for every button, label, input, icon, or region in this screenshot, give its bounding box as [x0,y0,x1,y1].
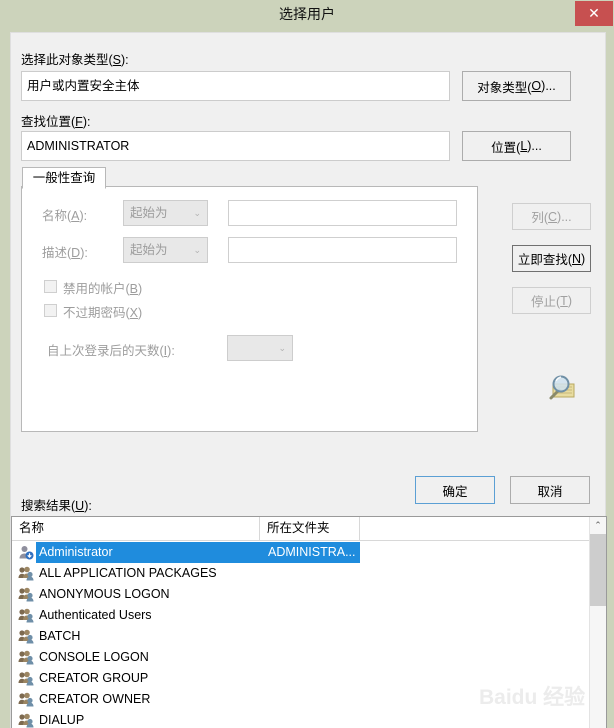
row-name: ALL APPLICATION PACKAGES [39,566,217,580]
table-row[interactable]: DIALUP [12,710,606,728]
scrollbar-thumb[interactable] [590,534,606,606]
object-type-field[interactable]: 用户或内置安全主体 [21,71,450,101]
chevron-down-icon: ⌄ [193,208,201,218]
column-header-name[interactable]: 名称 [12,517,260,540]
nonexpiring-password-label: 不过期密码(X) [63,306,143,320]
group-icon [18,650,34,665]
chevron-down-icon: ⌄ [193,245,201,255]
magnifier-folder-icon [549,375,575,400]
object-types-button[interactable]: 对象类型(O)... [462,71,571,101]
user-icon [19,546,34,560]
group-icon [18,608,34,623]
row-folder: ADMINISTRA... [268,545,356,559]
group-icon [18,692,34,707]
location-field[interactable]: ADMINISTRATOR [21,131,450,161]
group-icon [18,713,34,728]
row-name: BATCH [39,629,81,643]
description-input[interactable] [228,237,457,263]
scroll-up-icon[interactable]: ⌃ [590,517,606,534]
list-header: 名称 所在文件夹 [12,517,606,541]
row-name: CREATOR OWNER [39,692,151,706]
table-row[interactable]: Authenticated Users [12,605,606,626]
name-operator-select[interactable]: 起始为 ⌄ [123,200,208,226]
find-now-button[interactable]: 立即查找(N) [512,245,591,272]
cancel-button[interactable]: 取消 [510,476,590,504]
close-icon[interactable]: ✕ [575,1,613,26]
tab-general-query[interactable]: 一般性查询 [22,167,106,189]
disabled-accounts-checkbox[interactable] [44,280,57,293]
column-header-folder[interactable]: 所在文件夹 [260,517,360,540]
table-row[interactable]: Administrator ADMINISTRA... [12,542,606,563]
row-name: DIALUP [39,713,85,727]
general-query-panel: 名称(A): 起始为 ⌄ 描述(D): 起始为 ⌄ 禁用的帐户(B) 不过期密码… [21,186,478,432]
group-icon [18,629,34,644]
name-input[interactable] [228,200,457,226]
table-row[interactable]: CREATOR GROUP [12,668,606,689]
row-name: Authenticated Users [39,608,152,622]
table-row[interactable]: CREATOR OWNER [12,689,606,710]
group-icon [18,587,34,602]
row-name: Administrator [39,545,113,559]
object-type-accesskey: S [112,53,122,67]
group-icon [18,566,34,581]
chevron-down-icon: ⌄ [278,343,286,353]
row-name: CONSOLE LOGON [39,650,149,664]
days-since-logon-select[interactable]: ⌄ [227,335,293,361]
vertical-scrollbar[interactable]: ⌃ ⌄ [589,517,606,728]
location-accesskey: F [75,115,83,129]
search-results-label: 搜索结果(U): [21,499,92,513]
nonexpiring-password-checkbox[interactable] [44,304,57,317]
table-row[interactable]: CONSOLE LOGON [12,647,606,668]
select-user-dialog-window: 选择用户 ✕ 选择此对象类型(S): 用户或内置安全主体 对象类型(O)... … [0,0,614,728]
ok-button[interactable]: 确定 [415,476,495,504]
group-icon [18,671,34,686]
days-since-logon-label: 自上次登录后的天数(I): [47,344,175,358]
disabled-accounts-label: 禁用的帐户(B) [63,282,143,296]
table-row[interactable]: ALL APPLICATION PACKAGES [12,563,606,584]
row-name: CREATOR GROUP [39,671,149,685]
location-label: 查找位置(F): [21,115,91,129]
columns-button[interactable]: 列(C)... [512,203,591,230]
stop-button[interactable]: 停止(T) [512,287,591,314]
dialog-body: 选择此对象类型(S): 用户或内置安全主体 对象类型(O)... 查找位置(F)… [10,32,607,728]
name-label: 名称(A): [42,209,88,223]
search-results-list[interactable]: 名称 所在文件夹 Administrator ADMINISTRA... ALL… [11,516,607,728]
table-row[interactable]: ANONYMOUS LOGON [12,584,606,605]
title-bar: 选择用户 ✕ [0,0,614,29]
row-name: ANONYMOUS LOGON [39,587,170,601]
window-title: 选择用户 [279,6,335,22]
description-label: 描述(D): [42,246,88,260]
table-row[interactable]: BATCH [12,626,606,647]
object-type-label: 选择此对象类型(S): [21,53,129,67]
description-operator-select[interactable]: 起始为 ⌄ [123,237,208,263]
locations-button[interactable]: 位置(L)... [462,131,571,161]
